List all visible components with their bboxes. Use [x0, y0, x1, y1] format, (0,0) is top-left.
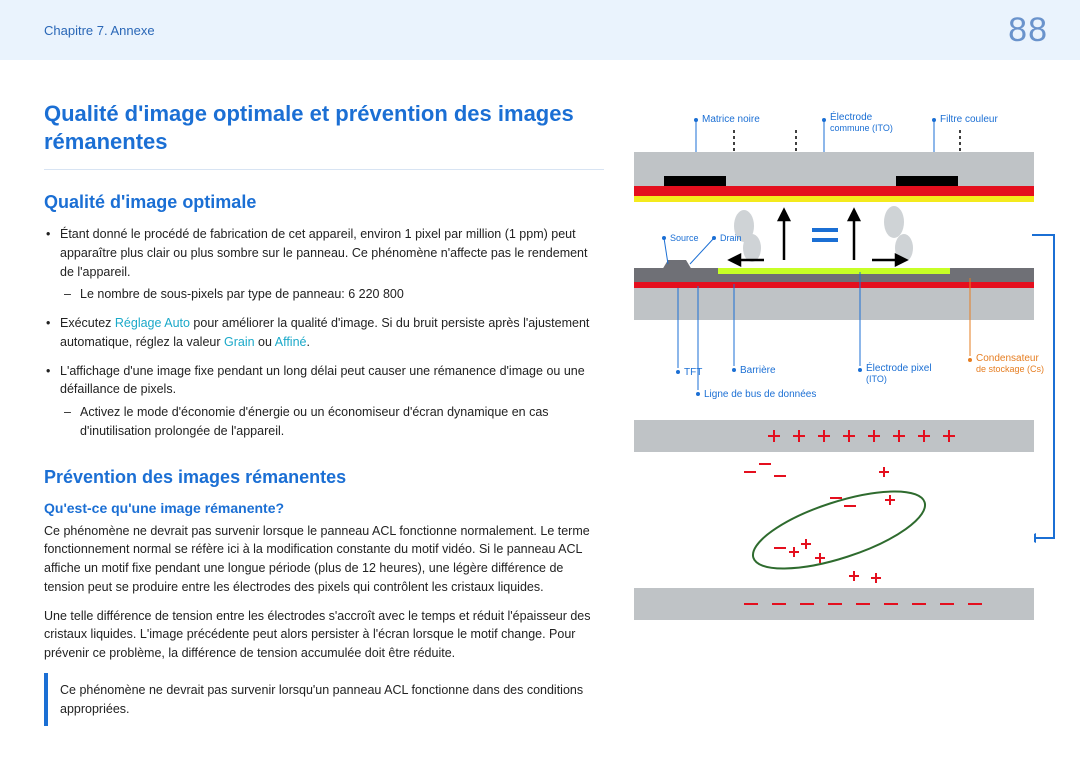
- section-heading-prevention: Prévention des images rémanentes: [44, 467, 604, 488]
- sub-list-item: Le nombre de sous-pixels par type de pan…: [80, 285, 604, 304]
- page-title: Qualité d'image optimale et prévention d…: [44, 100, 604, 170]
- page-header: Chapitre 7. Annexe 88: [0, 0, 1080, 60]
- note-box: Ce phénomène ne devrait pas survenir lor…: [44, 673, 604, 727]
- label-storage-cap-l1: Condensateur: [976, 353, 1039, 364]
- section-quality: Qualité d'image optimale Étant donné le …: [44, 192, 604, 441]
- page-number: 88: [1008, 11, 1048, 50]
- label-tft: TFT: [684, 367, 702, 378]
- quality-bullets: Étant donné le procédé de fabrication de…: [44, 225, 604, 441]
- diagram-column: Matrice noire Électrode commune (ITO) Fi…: [634, 100, 1064, 726]
- section-subheading: Qu'est-ce qu'une image rémanente?: [44, 500, 604, 516]
- label-barrier: Barrière: [740, 365, 776, 376]
- label-black-matrix: Matrice noire: [702, 114, 760, 125]
- label-pixel-electrode-l1: Électrode pixel: [866, 361, 932, 374]
- label-data-bus: Ligne de bus de données: [704, 389, 816, 400]
- label-color-filter: Filtre couleur: [940, 114, 998, 125]
- link-grain[interactable]: Grain: [224, 335, 255, 349]
- bullet-text: L'affichage d'une image fixe pendant un …: [60, 364, 585, 397]
- bullet-text-end: .: [306, 335, 309, 349]
- link-reglage-auto[interactable]: Réglage Auto: [115, 316, 190, 330]
- bullet-text: Étant donné le procédé de fabrication de…: [60, 227, 587, 279]
- label-storage-cap-l2: de stockage (Cs): [976, 364, 1044, 374]
- section-heading-quality: Qualité d'image optimale: [44, 192, 604, 213]
- paragraph: Une telle différence de tension entre le…: [44, 607, 604, 663]
- page-content: Qualité d'image optimale et prévention d…: [0, 60, 1080, 726]
- sub-list-item: Activez le mode d'économie d'énergie ou …: [80, 403, 604, 441]
- document-page: Chapitre 7. Annexe 88 Qualité d'image op…: [0, 0, 1080, 763]
- list-item: L'affichage d'une image fixe pendant un …: [60, 362, 604, 441]
- list-item: Étant donné le procédé de fabrication de…: [60, 225, 604, 304]
- section-prevention: Prévention des images rémanentes Qu'est-…: [44, 467, 604, 727]
- list-item: Exécutez Réglage Auto pour améliorer la …: [60, 314, 604, 352]
- text-column: Qualité d'image optimale et prévention d…: [44, 100, 604, 726]
- bullet-text-prefix: Exécutez: [60, 316, 115, 330]
- lcd-cross-section-diagram: Matrice noire Électrode commune (ITO) Fi…: [634, 100, 1064, 620]
- label-common-electrode-l2: commune (ITO): [830, 123, 893, 133]
- chapter-label: Chapitre 7. Annexe: [44, 23, 155, 38]
- label-common-electrode-l1: Électrode: [830, 110, 873, 123]
- label-source: Source: [670, 233, 699, 243]
- link-affine[interactable]: Affiné: [275, 335, 307, 349]
- bullet-text-or: ou: [255, 335, 275, 349]
- label-pixel-electrode-l2: (ITO): [866, 374, 887, 384]
- paragraph: Ce phénomène ne devrait pas survenir lor…: [44, 522, 604, 597]
- label-drain: Drain: [720, 233, 742, 243]
